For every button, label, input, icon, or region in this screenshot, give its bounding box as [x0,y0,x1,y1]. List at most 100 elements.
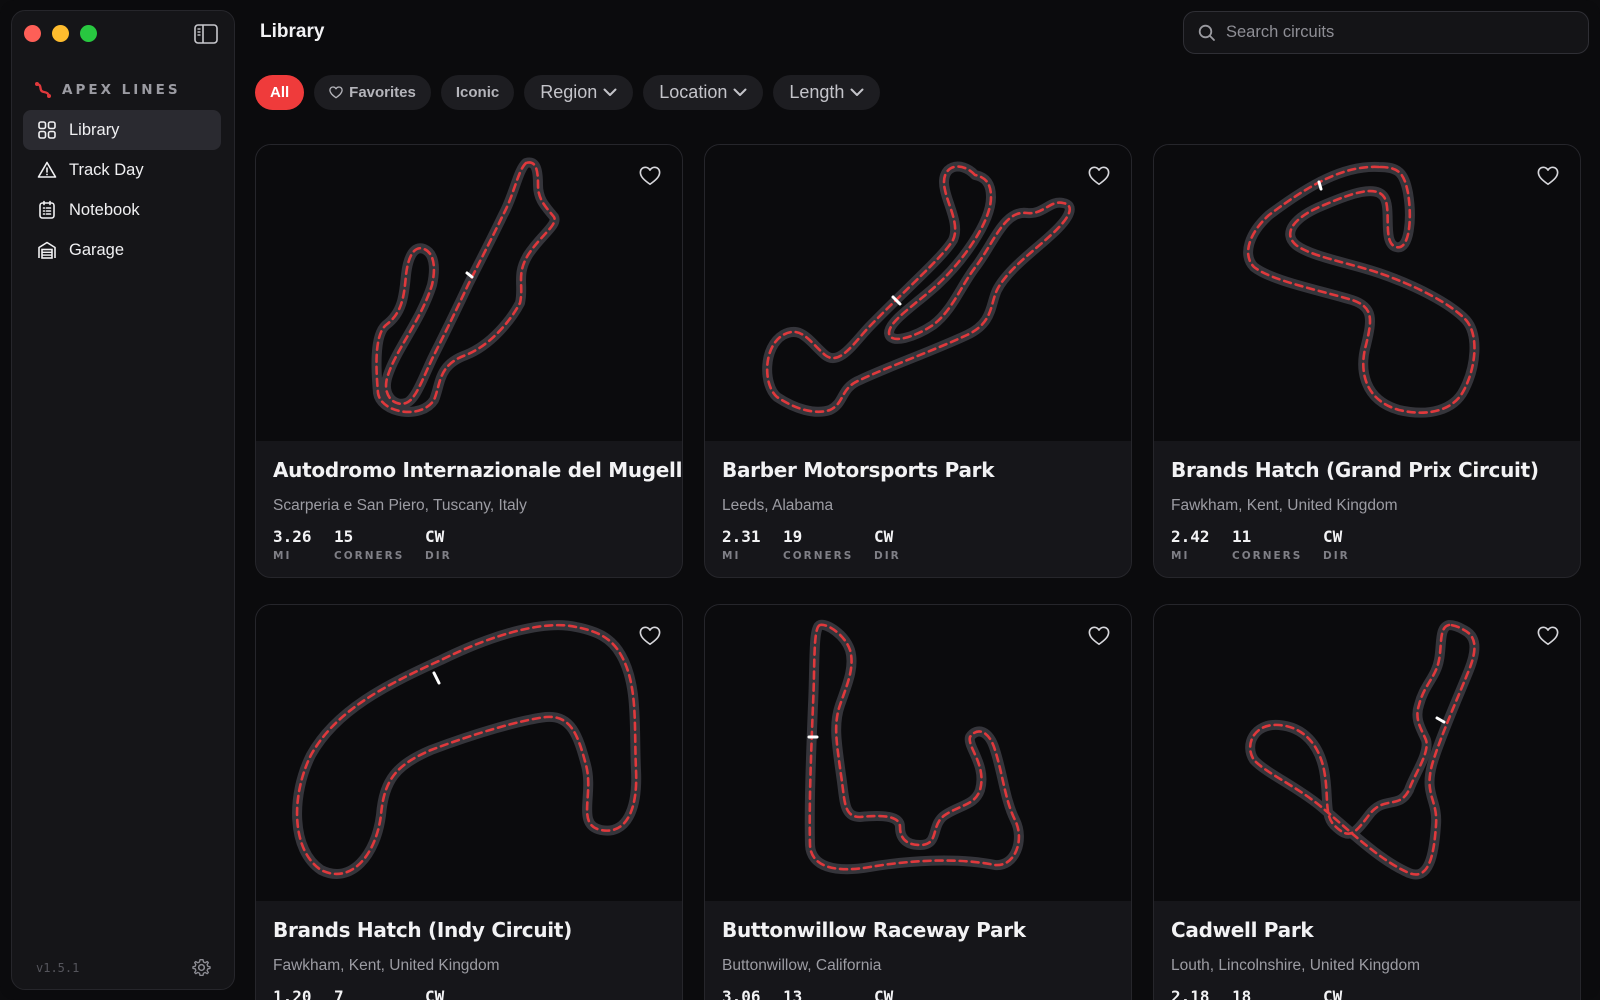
circuit-name: Brands Hatch (Indy Circuit) [273,918,572,942]
favorite-heart-icon[interactable] [639,625,661,647]
favorite-heart-icon[interactable] [639,165,661,187]
start-finish-marker [432,671,441,685]
circuit-stats: 1.20MI 7CORNERS CWDIR [273,987,485,1000]
sidebar-item-label: Track Day [69,160,144,179]
circuit-stats: 3.26 MI 15 CORNERS CW DIR [273,527,485,562]
close-window-button[interactable] [24,25,41,42]
favorite-heart-icon[interactable] [1537,625,1559,647]
filter-all-label: All [270,84,290,101]
favorite-heart-icon[interactable] [1088,625,1110,647]
direction-value: CW [425,527,445,546]
filter-iconic-chip[interactable]: Iconic [440,75,515,110]
length-value: 1.20 [273,987,312,1000]
chevron-down-icon [733,88,747,96]
warning-triangle-icon [37,161,57,178]
brand-name: APEX LINES [62,82,181,98]
track-map [1154,605,1580,901]
sidebar-item-label: Garage [69,240,125,259]
circuit-stats: 2.31 MI 19 CORNERS CW DIR [722,527,934,562]
length-value: 2.18 [1171,987,1210,1000]
length-label: MI [1171,550,1190,562]
favorite-heart-icon[interactable] [1537,165,1559,187]
chevron-down-icon [850,88,864,96]
region-dropdown[interactable]: Region [524,75,634,110]
track-map [705,605,1131,901]
favorite-heart-icon[interactable] [1088,165,1110,187]
corners-value: 7 [334,987,344,1000]
direction-label: DIR [874,550,901,562]
circuit-card[interactable]: Brands Hatch (Indy Circuit) Fawkham, Ken… [255,604,683,1000]
circuit-card[interactable]: Barber Motorsports Park Leeds, Alabama 2… [704,144,1132,578]
length-dropdown-label: Length [789,82,845,102]
circuit-card[interactable]: Cadwell Park Louth, Lincolnshire, United… [1153,604,1581,1000]
circuit-card[interactable]: Brands Hatch (Grand Prix Circuit) Fawkha… [1153,144,1581,578]
sidebar: APEX LINES Library Track Day Notebook Ga… [11,10,235,990]
garage-icon [38,241,56,259]
direction-value: CW [425,987,445,1000]
corners-label: CORNERS [783,550,854,562]
direction-label: DIR [1323,550,1350,562]
direction-value: CW [874,987,894,1000]
track-map [256,145,682,441]
filter-bar: All Favorites Iconic Region Location Len… [255,75,881,110]
circuit-name: Buttonwillow Raceway Park [722,918,1026,942]
corners-value: 15 [334,527,354,546]
sidebar-item-library[interactable]: Library [23,110,221,150]
location-dropdown[interactable]: Location [643,75,764,110]
direction-value: CW [1323,527,1343,546]
heart-icon [329,86,343,99]
circuit-stats: 3.06MI 13CORNERS CWDIR [722,987,934,1000]
circuit-name: Barber Motorsports Park [722,458,995,482]
circuit-location: Fawkham, Kent, United Kingdom [273,957,500,974]
sidebar-nav: Library Track Day Notebook Garage [23,110,221,270]
brand: APEX LINES [34,81,181,99]
filter-all-chip[interactable]: All [255,75,305,110]
minimize-window-button[interactable] [52,25,69,42]
filter-favorites-chip[interactable]: Favorites [314,75,431,110]
length-dropdown[interactable]: Length [773,75,881,110]
app-version: v1.5.1 [36,961,80,975]
length-value: 3.06 [722,987,761,1000]
apex-logo-icon [35,82,51,98]
corners-value: 11 [1232,527,1252,546]
corners-value: 13 [783,987,803,1000]
sidebar-item-garage[interactable]: Garage [23,230,221,270]
length-label: MI [722,550,741,562]
length-value: 3.26 [273,527,312,546]
track-map [705,145,1131,441]
circuit-name: Brands Hatch (Grand Prix Circuit) [1171,458,1539,482]
grid-icon [38,121,56,139]
circuit-location: Scarperia e San Piero, Tuscany, Italy [273,497,527,514]
search-input[interactable] [1226,23,1566,42]
location-dropdown-label: Location [659,82,728,102]
length-value: 2.42 [1171,527,1210,546]
direction-value: CW [874,527,894,546]
region-dropdown-label: Region [540,82,598,102]
sidebar-item-track-day[interactable]: Track Day [23,150,221,190]
sidebar-item-label: Library [69,120,120,139]
filter-iconic-label: Iconic [455,84,500,101]
circuit-stats: 2.42 MI 11 CORNERS CW DIR [1171,527,1383,562]
direction-value: CW [1323,987,1343,1000]
length-label: MI [273,550,292,562]
start-finish-marker [1435,716,1446,724]
window-controls [24,25,97,42]
zoom-window-button[interactable] [80,25,97,42]
corners-value: 18 [1232,987,1252,1000]
notebook-icon [39,200,55,219]
direction-label: DIR [425,550,452,562]
gear-icon[interactable] [192,958,211,977]
search-bar[interactable] [1183,11,1589,54]
track-map [256,605,682,901]
app-window: APEX LINES Library Track Day Notebook Ga… [0,0,1600,1000]
circuit-card[interactable]: Autodromo Internazionale del Mugello Sca… [255,144,683,578]
circuit-card[interactable]: Buttonwillow Raceway Park Buttonwillow, … [704,604,1132,1000]
length-value: 2.31 [722,527,761,546]
sidebar-toggle-icon[interactable] [194,24,218,44]
circuit-location: Louth, Lincolnshire, United Kingdom [1171,957,1421,974]
circuit-stats: 2.18MI 18CORNERS CWDIR [1171,987,1383,1000]
corners-value: 19 [783,527,803,546]
sidebar-item-notebook[interactable]: Notebook [23,190,221,230]
circuit-name: Cadwell Park [1171,918,1314,942]
corners-label: CORNERS [1232,550,1303,562]
